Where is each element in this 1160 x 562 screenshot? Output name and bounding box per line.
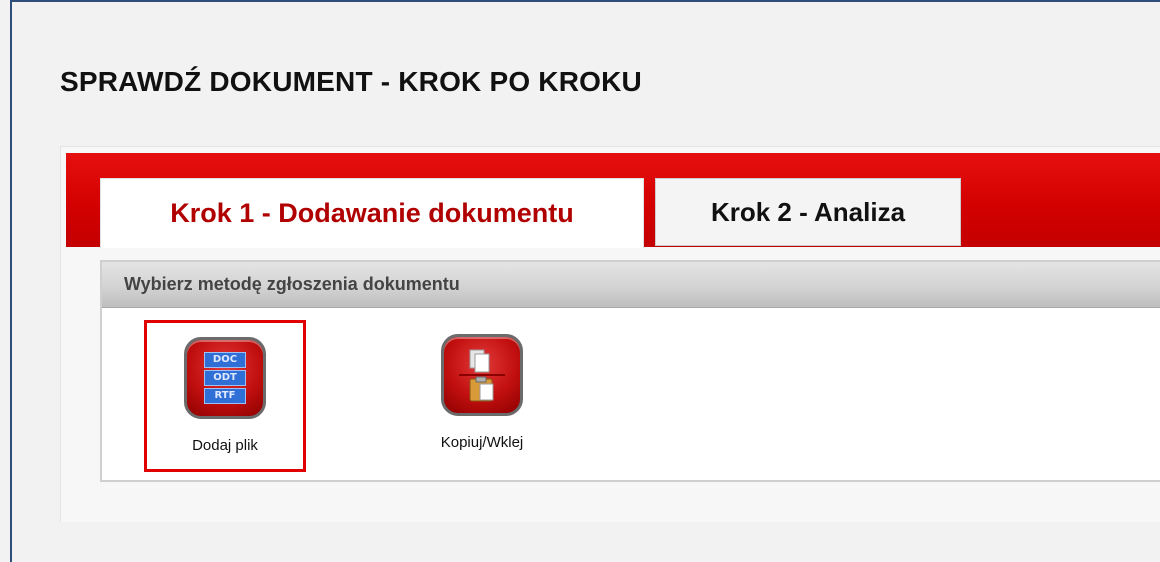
page-title: SPRAWDŹ DOKUMENT - KROK PO KROKU	[60, 66, 642, 97]
tab-step-1-label: Krok 1 - Dodawanie dokumentu	[170, 198, 574, 228]
tab-step-2-label: Krok 2 - Analiza	[710, 196, 906, 227]
format-rtf-label: RTF	[204, 388, 246, 404]
copy-paste-button[interactable]: Kopiuj/Wklej	[402, 320, 562, 472]
section-header: Wybierz metodę zgłoszenia dokumentu	[102, 262, 1160, 308]
add-file-label: Dodaj plik	[192, 437, 258, 454]
copy-paste-glyph	[459, 349, 505, 402]
tab-step-2-analysis[interactable]: Krok 2 - Analiza	[655, 178, 961, 246]
tab-step-1-add-document[interactable]: Krok 1 - Dodawanie dokumentu	[100, 178, 644, 248]
document-formats-icon: DOC ODT RTF	[184, 337, 266, 419]
format-doc-label: DOC	[204, 352, 246, 368]
copy-paste-icon	[441, 334, 523, 416]
add-file-button[interactable]: DOC ODT RTF Dodaj plik	[144, 320, 306, 472]
format-odt-label: ODT	[204, 370, 246, 386]
copy-paste-label: Kopiuj/Wklej	[440, 434, 524, 451]
